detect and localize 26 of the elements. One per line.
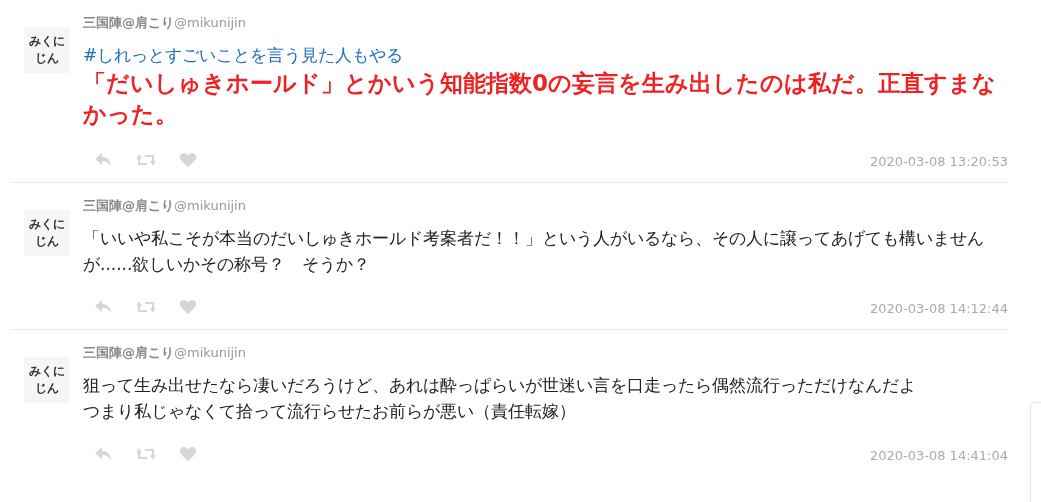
post-text: つまり私じゃなくて拾って流行らせたお前らが悪い（責任転嫁） bbox=[83, 400, 577, 423]
user-name: 三国陣@肩こり bbox=[83, 14, 174, 32]
post-text: 「だいしゅきホールド」とかいう知能指数0の妄言を生み出したのは私だ。正直すまなかった。 bbox=[83, 69, 997, 129]
timestamp: 2020-03-08 14:12:44 bbox=[869, 300, 1008, 318]
retweet-icon[interactable] bbox=[137, 300, 155, 313]
hashtag-link[interactable]: #しれっとすごいことを言う見た人もやる bbox=[83, 44, 404, 65]
user-name: 三国陣@肩こり bbox=[83, 343, 174, 362]
timestamp: 2020-03-08 14:41:04 bbox=[869, 447, 1008, 465]
user-handle: @mikunijin bbox=[174, 196, 246, 215]
reply-icon[interactable] bbox=[95, 152, 113, 167]
retweet-icon[interactable] bbox=[137, 153, 155, 166]
avatar: みくに じん bbox=[23, 209, 70, 256]
reply-icon[interactable] bbox=[95, 299, 113, 314]
avatar: みくに じん bbox=[23, 27, 70, 73]
user-handle: @mikunijin bbox=[174, 14, 246, 32]
user-name: 三国陣@肩こり bbox=[83, 196, 174, 215]
post-text: 「いいや私こそが本当のだいしゅきホールド考案者だ！！」という人がいるなら、その人に譲ってあげても構いませんが......欲しいかその称号？ そうか？ bbox=[83, 227, 985, 276]
heart-icon[interactable] bbox=[179, 298, 197, 315]
timestamp: 2020-03-08 13:20:53 bbox=[869, 153, 1008, 171]
heart-icon[interactable] bbox=[179, 151, 197, 168]
heart-icon[interactable] bbox=[179, 445, 197, 462]
post-text: 狙って生み出せたなら凄いだろうけど、あれは酔っぱらいが世迷い言を口走ったら偶然流行っただけなんだよ bbox=[83, 374, 917, 397]
user-handle: @mikunijin bbox=[174, 343, 246, 362]
retweet-icon[interactable] bbox=[137, 447, 155, 460]
reply-icon[interactable] bbox=[95, 446, 113, 461]
avatar: みくに じん bbox=[23, 356, 70, 403]
